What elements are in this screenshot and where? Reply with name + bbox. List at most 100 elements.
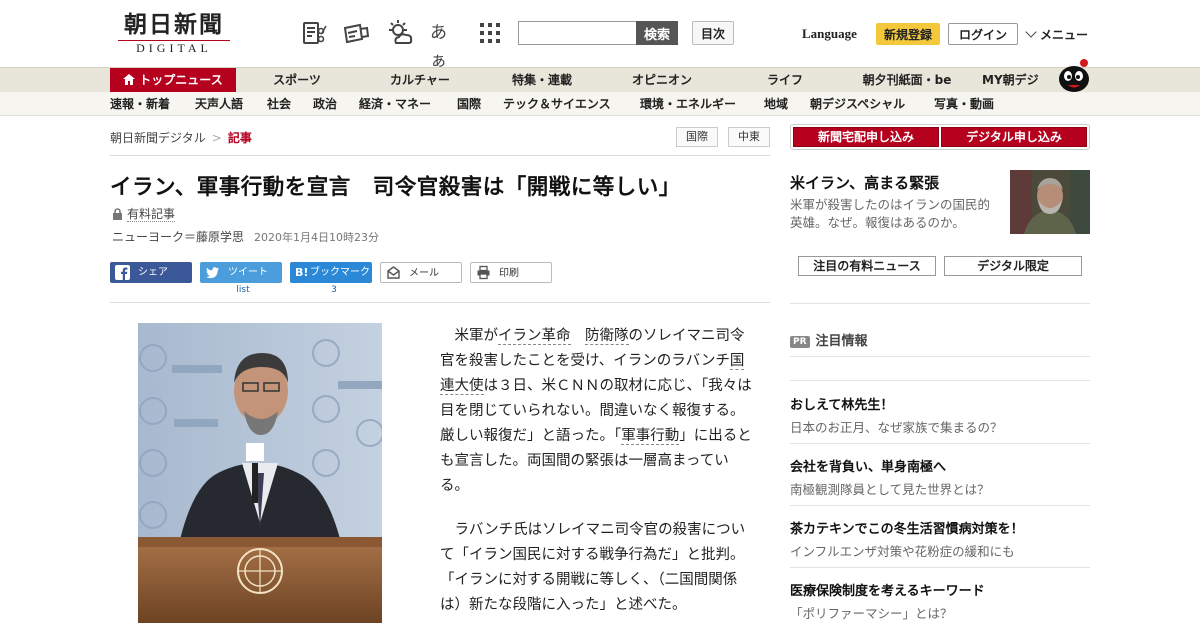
nav-my-asadigi[interactable]: MY朝デジ	[982, 68, 1052, 93]
pr-heading: PR 注目情報	[790, 330, 868, 349]
nav-features[interactable]: 特集・連載	[502, 68, 582, 93]
print-button[interactable]: 印刷	[470, 262, 552, 283]
nav-opinion[interactable]: オピニオン	[622, 68, 702, 93]
divider	[110, 302, 770, 303]
nav-paper[interactable]: 朝夕刊紙面・be	[852, 68, 962, 93]
site-header: 朝日新聞 DIGITAL あぁ 検索 目次 Language 新規登録 ログイン…	[0, 0, 1200, 71]
nav2-economy[interactable]: 経済・マネー	[359, 92, 431, 116]
breadcrumb-separator: >	[211, 131, 222, 145]
font-size-icon[interactable]: あぁ	[430, 19, 462, 71]
toc-button[interactable]: 目次	[692, 21, 734, 45]
mail-icon	[387, 266, 400, 279]
nav-culture[interactable]: カルチャー	[380, 68, 460, 93]
mail-share-button[interactable]: メール	[380, 262, 462, 283]
article-body: 米軍がイラン革命 防衛隊のソレイマニ司令官を殺害したことを受け、イランのラバンチ…	[440, 324, 755, 630]
paragraph: 米軍がイラン革命 防衛隊のソレイマニ司令官を殺害したことを受け、イランのラバンチ…	[440, 324, 755, 499]
newspaper-scrap-icon[interactable]	[300, 19, 328, 47]
nav2-tech-science[interactable]: テック＆サイエンス	[503, 92, 611, 116]
keyword-link[interactable]: 軍事行動	[621, 428, 680, 445]
pr-item-desc: 日本のお正月、なぜ家族で集まるの？	[790, 420, 1003, 435]
register-button[interactable]: 新規登録	[876, 23, 940, 45]
hatena-count[interactable]: 3	[316, 285, 352, 295]
twitter-share-label: ツイート	[228, 267, 268, 278]
tag-middle-east[interactable]: 中東	[728, 127, 770, 147]
tag-international[interactable]: 国際	[676, 127, 718, 147]
nav2-international[interactable]: 国際	[457, 92, 481, 116]
subscribe-paper-button[interactable]: 新聞宅配申し込み	[793, 127, 939, 147]
pr-item-title[interactable]: 茶カテキンでこの冬生活習慣病対策を！	[790, 518, 1024, 537]
divider	[790, 443, 1090, 444]
logo-sub-text: DIGITAL	[118, 40, 230, 54]
menu-button[interactable]: メニュー	[1025, 26, 1089, 43]
pr-heading-text: 注目情報	[815, 334, 868, 349]
apps-grid-icon[interactable]	[476, 19, 504, 47]
feature-image[interactable]	[1010, 170, 1090, 234]
primary-nav: トップニュース スポーツ カルチャー 特集・連載 オピニオン ライフ 朝夕刊紙面…	[0, 67, 1200, 93]
article-photo[interactable]	[138, 323, 382, 623]
text	[571, 328, 586, 344]
nav2-breaking[interactable]: 速報・新着	[110, 92, 170, 116]
print-icon	[477, 265, 490, 280]
breadcrumb-root[interactable]: 朝日新聞デジタル	[110, 131, 206, 145]
pr-badge: PR	[790, 336, 810, 348]
twitter-share-button[interactable]: ツイート	[200, 262, 282, 283]
nav2-photo-video[interactable]: 写真・動画	[934, 92, 994, 116]
weather-icon[interactable]	[386, 19, 414, 47]
nav2-environment[interactable]: 環境・エネルギー	[640, 92, 736, 116]
print-label: 印刷	[499, 268, 519, 279]
search-button[interactable]: 検索	[636, 21, 678, 45]
twitter-count[interactable]: list	[225, 285, 261, 295]
twitter-icon	[205, 267, 219, 279]
login-button[interactable]: ログイン	[948, 23, 1018, 45]
mail-share-label: メール	[409, 268, 439, 279]
tab-paid-news[interactable]: 注目の有料ニュース	[798, 256, 936, 276]
nav2-regional[interactable]: 地域	[764, 92, 788, 116]
pr-item-title[interactable]: 医療保険制度を考えるキーワード	[790, 580, 985, 599]
site-logo[interactable]: 朝日新聞 DIGITAL	[118, 12, 230, 54]
facebook-share-label: シェア	[138, 267, 168, 278]
search-input[interactable]	[518, 21, 636, 45]
pr-item-title[interactable]: 会社を背負い、単身南極へ	[790, 456, 946, 475]
divider	[790, 303, 1090, 304]
nav2-politics[interactable]: 政治	[313, 92, 337, 116]
keyword-link[interactable]: 防衛隊	[585, 328, 629, 345]
hatena-bookmark-button[interactable]: B! ブックマーク	[290, 262, 372, 283]
facebook-icon	[115, 265, 130, 280]
hatena-bookmark-label: ブックマーク	[310, 267, 370, 278]
nav-life[interactable]: ライフ	[752, 68, 818, 93]
nav-label: トップニュース	[139, 73, 223, 87]
menu-label: メニュー	[1040, 28, 1089, 42]
divider	[790, 356, 1090, 357]
subscribe-digital-button[interactable]: デジタル申し込み	[941, 127, 1087, 147]
keyword-link[interactable]: イラン革命	[498, 328, 571, 345]
delivery-truck-icon[interactable]	[342, 19, 370, 47]
author: ニューヨーク＝藤原学思	[112, 230, 245, 244]
mascot-icon	[1059, 59, 1089, 92]
home-icon	[123, 74, 136, 85]
feature-title[interactable]: 米イラン、高まる緊張	[790, 172, 939, 193]
lock-icon	[113, 208, 122, 220]
nav2-special[interactable]: 朝デジスペシャル	[810, 92, 905, 116]
feature-desc: 米軍が殺害したのはイランの国民的英雄。なぜ。報復はあるのか。	[790, 197, 991, 230]
pr-item-desc: 「ポリファーマシー」とは？	[790, 606, 953, 621]
tab-digital-only[interactable]: デジタル限定	[944, 256, 1082, 276]
paid-article-label: 有料記事	[112, 205, 176, 222]
divider	[790, 567, 1090, 568]
byline: ニューヨーク＝藤原学思 2020年1月4日10時23分	[112, 228, 379, 245]
pr-item-title[interactable]: おしえて林先生！	[790, 394, 893, 413]
divider	[110, 155, 770, 156]
hatena-icon: B!	[295, 266, 309, 279]
divider	[790, 380, 1090, 381]
breadcrumb-current: 記事	[227, 131, 252, 145]
nav-top-news[interactable]: トップニュース	[110, 68, 236, 93]
language-link[interactable]: Language	[802, 26, 857, 42]
chevron-down-icon	[1025, 26, 1037, 38]
text: 米軍が	[454, 328, 499, 344]
publish-date: 2020年1月4日10時23分	[254, 231, 380, 244]
nav2-tenseijingo[interactable]: 天声人語	[195, 92, 243, 116]
pr-item-desc: 南極観測隊員として見た世界とは？	[790, 482, 990, 497]
paid-label-text[interactable]: 有料記事	[127, 207, 176, 222]
nav2-society[interactable]: 社会	[267, 92, 291, 116]
facebook-share-button[interactable]: シェア	[110, 262, 192, 283]
nav-sports[interactable]: スポーツ	[262, 68, 332, 93]
